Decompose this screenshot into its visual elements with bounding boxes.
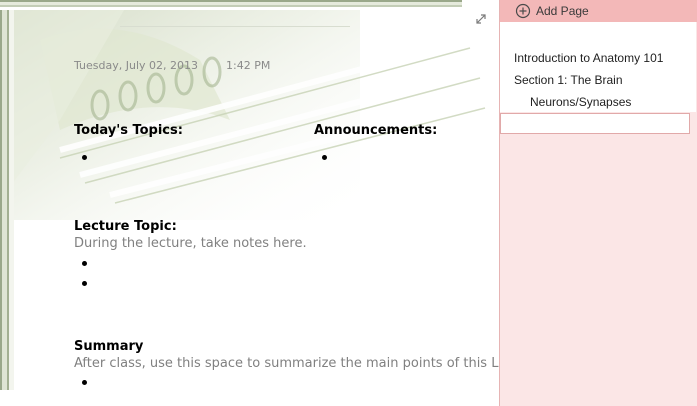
note-date: Tuesday, July 02, 2013	[74, 59, 199, 72]
summary-heading[interactable]: Summary	[74, 339, 143, 354]
announcements-heading[interactable]: Announcements:	[314, 123, 437, 138]
add-page-label: Add Page	[536, 4, 589, 18]
lecture-topic-hint[interactable]: During the lecture, take notes here.	[74, 236, 307, 251]
note-top-border	[0, 0, 462, 10]
page-list: Introduction to Anatomy 101 Section 1: T…	[500, 22, 696, 112]
page-item-neurons[interactable]: Neurons/Synapses	[530, 95, 631, 109]
note-time: 1:42 PM	[226, 59, 271, 72]
lecture-topic-heading[interactable]: Lecture Topic:	[74, 219, 177, 234]
add-circle-icon	[515, 3, 531, 19]
topics-bullet[interactable]	[82, 155, 87, 160]
note-left-border	[0, 0, 14, 390]
page-item-section-1[interactable]: Section 1: The Brain	[514, 73, 623, 87]
note-canvas[interactable]: Tuesday, July 02, 2013 1:42 PM Today's T…	[0, 0, 499, 406]
add-page-button[interactable]: Add Page	[500, 0, 697, 22]
lecture-bullet[interactable]	[82, 281, 87, 286]
todays-topics-heading[interactable]: Today's Topics:	[74, 123, 183, 138]
lecture-bullet[interactable]	[82, 261, 87, 266]
title-underline	[120, 26, 350, 27]
page-pane: Add Page Introduction to Anatomy 101 Sec…	[499, 0, 697, 406]
summary-hint[interactable]: After class, use this space to summarize…	[74, 356, 499, 371]
expand-icon[interactable]	[472, 10, 490, 28]
page-item-intro[interactable]: Introduction to Anatomy 101	[514, 51, 663, 65]
announcements-bullet[interactable]	[322, 155, 327, 160]
new-page-slot[interactable]	[500, 113, 690, 134]
summary-bullet[interactable]	[82, 380, 87, 385]
